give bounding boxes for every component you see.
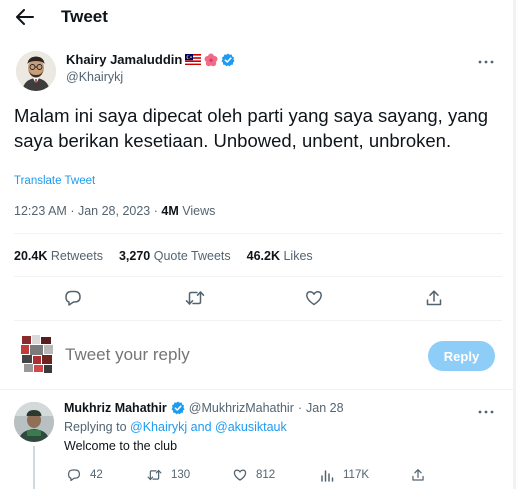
- page-title: Tweet: [61, 7, 108, 26]
- reply-text: Welcome to the club: [64, 439, 178, 453]
- meta-separator: ·: [153, 204, 158, 218]
- reply-reply-count: 42: [90, 469, 103, 481]
- quote-tweets-count: 3,270: [118, 249, 151, 263]
- reply-author-avatar[interactable]: [14, 402, 54, 442]
- retweet-button[interactable]: [183, 286, 207, 310]
- divider: [14, 233, 502, 234]
- reply-submit-button[interactable]: Reply: [428, 341, 495, 371]
- reply-views-count: 117K: [343, 469, 370, 481]
- reply-author-name[interactable]: Mukhriz Mahathir: [64, 401, 167, 415]
- malaysia-flag-icon: [185, 54, 202, 65]
- replying-prefix: Replying to: [64, 420, 127, 434]
- replying-to-link-1[interactable]: @Khairykj: [130, 420, 187, 434]
- share-icon: [426, 290, 442, 306]
- collage-avatar-image: [20, 334, 54, 374]
- author-handle[interactable]: @Khairykj: [66, 70, 123, 84]
- divider: [14, 320, 502, 321]
- more-dots-icon: [478, 410, 494, 414]
- reply-like-button[interactable]: 812: [233, 466, 275, 484]
- replying-to-link-2[interactable]: @akusiktauk: [215, 420, 287, 434]
- reply-like-count: 812: [256, 469, 276, 481]
- share-icon: [412, 469, 424, 481]
- hibiscus-icon: [204, 53, 218, 66]
- heart-icon: [233, 469, 247, 481]
- reply-input[interactable]: [65, 345, 345, 365]
- reply-button[interactable]: [61, 286, 85, 310]
- reply-header: Mukhriz Mahathir @MukhrizMahathir · Jan …: [64, 401, 344, 415]
- tweet-date[interactable]: Jan 28, 2023: [78, 204, 150, 218]
- tweet-time[interactable]: 12:23 AM: [14, 204, 67, 218]
- current-user-avatar[interactable]: [20, 334, 54, 374]
- avatar-illustration: [16, 51, 56, 91]
- likes-label: Likes: [283, 249, 313, 263]
- likes-stat[interactable]: 46.2K Likes: [247, 249, 313, 263]
- author-name[interactable]: Khairy Jamaluddin: [66, 52, 182, 67]
- views-label: Views: [182, 204, 216, 218]
- views-chart-icon: [321, 470, 334, 482]
- reply-more-options-button[interactable]: [476, 404, 496, 420]
- more-options-button[interactable]: [476, 54, 496, 70]
- section-divider: [0, 389, 516, 390]
- retweets-count: 20.4K: [14, 249, 48, 263]
- reply-icon: [67, 469, 81, 482]
- likes-count: 46.2K: [246, 249, 280, 263]
- reply-icon: [65, 290, 81, 306]
- reply-retweet-count: 130: [171, 469, 191, 481]
- verified-badge-icon: [221, 53, 235, 66]
- author-avatar[interactable]: [16, 51, 56, 91]
- like-button[interactable]: [302, 286, 326, 310]
- reply-avatar-photo: [14, 402, 54, 442]
- retweet-icon: [185, 291, 205, 305]
- views-count: 4M: [161, 204, 179, 218]
- tweet-author: Khairy Jamaluddin @Khairykj: [0, 48, 516, 94]
- header-separator: ·: [297, 401, 303, 415]
- reply-author-handle[interactable]: @MukhrizMahathir: [189, 401, 294, 415]
- meta-separator: ·: [70, 204, 75, 218]
- author-name-row: Khairy Jamaluddin: [66, 52, 235, 67]
- more-dots-icon: [478, 60, 494, 64]
- retweets-stat[interactable]: 20.4K Retweets: [14, 249, 103, 263]
- divider: [14, 276, 502, 277]
- reply-time[interactable]: Jan 28: [306, 401, 344, 415]
- reply-views-button[interactable]: 117K: [320, 466, 369, 484]
- tweet-actions: [0, 286, 516, 310]
- retweets-label: Retweets: [50, 249, 103, 263]
- reply-tweet[interactable]: Mukhriz Mahathir @MukhrizMahathir · Jan …: [0, 396, 516, 489]
- quote-tweets-stat[interactable]: 3,270 Quote Tweets: [119, 249, 231, 263]
- replying-and: and: [190, 420, 212, 434]
- back-button[interactable]: [14, 6, 36, 28]
- reply-actions: 42 130 812 117K: [0, 466, 516, 484]
- reply-share-button[interactable]: [411, 466, 425, 484]
- engagement-stats: 20.4K Retweets 3,270 Quote Tweets 46.2K …: [14, 249, 313, 263]
- replying-to-line: Replying to @Khairykj and @akusiktauk: [64, 420, 287, 434]
- reply-retweet-button[interactable]: 130: [147, 466, 190, 484]
- reply-reply-button[interactable]: 42: [67, 466, 103, 484]
- quote-tweets-label: Quote Tweets: [153, 249, 231, 263]
- heart-icon: [306, 291, 322, 306]
- retweet-icon: [147, 469, 162, 481]
- share-button[interactable]: [422, 286, 446, 310]
- top-bar: Tweet: [0, 0, 516, 36]
- verified-badge-icon: [171, 401, 185, 415]
- translate-tweet-link[interactable]: Translate Tweet: [14, 175, 95, 187]
- arrow-left-icon: [16, 9, 34, 25]
- tweet-text: Malam ini saya dipecat oleh parti yang s…: [14, 105, 489, 151]
- tweet-meta: 12:23 AM · Jan 28, 2023 · 4M Views: [14, 204, 215, 218]
